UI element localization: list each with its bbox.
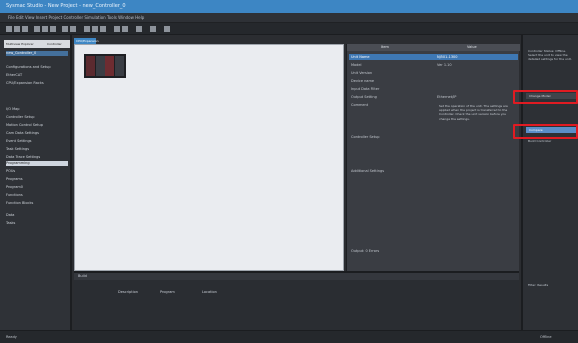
tree-item-controller[interactable]: new_Controller_0 <box>6 51 68 56</box>
tree-item[interactable]: CPU/Expansion Racks <box>6 81 68 86</box>
multiview-explorer: Multiview Explorer Controller new_Contro… <box>0 35 72 343</box>
toolbox-pane: Controller Status: Offline. Select the u… <box>521 35 578 343</box>
tab-controller[interactable]: Controller <box>45 40 70 48</box>
settings-icon[interactable] <box>164 26 170 32</box>
property-value[interactable]: Ethernet/IP <box>437 94 456 100</box>
footer-label: Output: 0 Errors <box>351 249 380 253</box>
tab-label: CPU/Expansion <box>76 39 99 43</box>
property-key: Unit Name <box>351 55 370 59</box>
tree-item[interactable]: Data <box>6 213 68 218</box>
transfer-icon[interactable] <box>114 26 120 32</box>
save-icon[interactable] <box>22 26 28 32</box>
property-key: Comment <box>351 103 369 107</box>
new-icon[interactable] <box>6 26 12 32</box>
section-label: Additional Settings <box>351 169 385 173</box>
property-row-label: Controller Setup <box>349 134 518 140</box>
offline-icon[interactable] <box>100 26 106 32</box>
paste-icon[interactable] <box>50 26 56 32</box>
end-cover <box>115 56 124 76</box>
redo-icon[interactable] <box>70 26 76 32</box>
column-program[interactable]: Program <box>160 290 175 294</box>
property-row[interactable]: Model Ver 1.10 <box>349 62 518 68</box>
tree-item[interactable]: Motion Control Setup <box>6 123 68 128</box>
property-row[interactable]: Output Setting Ethernet/IP <box>349 94 518 100</box>
highlight-box <box>513 90 578 104</box>
controller-unit[interactable] <box>84 54 126 78</box>
status-left: Ready <box>6 335 17 339</box>
property-row-label: Additional Settings <box>349 168 518 174</box>
explorer-tabs: Multiview Explorer Controller <box>4 40 70 48</box>
tree-item[interactable]: Data Trace Settings <box>6 155 68 160</box>
toolbar <box>0 23 578 35</box>
tree-item[interactable]: POUs <box>6 169 68 174</box>
tree-item[interactable]: Program0 <box>6 185 68 190</box>
tree-item[interactable]: Function Blocks <box>6 201 68 206</box>
tree-item-programming[interactable]: Programming <box>6 161 68 166</box>
tab-multiview[interactable]: Multiview Explorer <box>4 40 46 48</box>
zoom-icon[interactable] <box>136 26 142 32</box>
build-icon[interactable] <box>84 26 90 32</box>
rack-canvas[interactable] <box>74 44 344 271</box>
column-value: Value <box>467 45 477 49</box>
output-title: Build <box>78 274 87 278</box>
tree-item[interactable]: Event Settings <box>6 139 68 144</box>
highlight-box <box>513 124 578 139</box>
properties-header: Item Value <box>347 44 520 51</box>
power-slot[interactable] <box>96 56 105 76</box>
property-key: Input Data Filter <box>351 87 380 91</box>
build-output-pane: Build Description Program Location <box>74 271 519 330</box>
tree-item[interactable]: Task Settings <box>6 147 68 152</box>
property-footer: Output: 0 Errors <box>349 248 518 254</box>
simulate-icon[interactable] <box>122 26 128 32</box>
status-bar: Ready Offline <box>0 330 578 343</box>
build-label: Build Controller <box>528 139 552 143</box>
tree-item[interactable]: Functions <box>6 193 68 198</box>
column-description[interactable]: Description <box>118 290 138 294</box>
property-key: Unit Version <box>351 71 373 75</box>
property-row[interactable]: Unit Name NJ501-1300 <box>349 54 518 60</box>
output-header: Build <box>74 273 519 280</box>
tree-item[interactable]: Programs <box>6 177 68 182</box>
property-row[interactable]: Device name <box>349 78 518 84</box>
column-item: Item <box>381 45 389 49</box>
online-icon[interactable] <box>92 26 98 32</box>
window-title: Sysmac Studio - New Project - new_Contro… <box>6 3 126 9</box>
monitor-icon[interactable] <box>150 26 156 32</box>
property-value[interactable]: NJ501-1300 <box>437 54 458 60</box>
menu-bar[interactable]: File Edit View Insert Project Controller… <box>0 13 578 23</box>
tree-item[interactable]: Cam Data Settings <box>6 131 68 136</box>
tree-item[interactable]: Configurations and Setup <box>6 65 68 70</box>
io-slot[interactable] <box>105 56 114 76</box>
property-key: Model <box>351 63 362 67</box>
cpu-slot[interactable] <box>86 56 95 76</box>
tree-item[interactable]: Controller Setup <box>6 115 68 120</box>
filter-label: Filter: Results <box>528 283 549 287</box>
property-key: Device name <box>351 79 375 83</box>
tree-item[interactable]: Tasks <box>6 221 68 226</box>
property-description: Set the operation of the unit. The setti… <box>439 104 508 121</box>
cut-icon[interactable] <box>34 26 40 32</box>
undo-icon[interactable] <box>62 26 68 32</box>
column-location[interactable]: Location <box>202 290 217 294</box>
tree-item[interactable]: EtherCAT <box>6 73 68 78</box>
section-label: Controller Setup <box>351 135 380 139</box>
property-value[interactable]: Ver 1.10 <box>437 62 452 68</box>
properties-panel: Item Value Unit Name NJ501-1300 Model Ver … <box>346 44 520 271</box>
copy-icon[interactable] <box>42 26 48 32</box>
menu-items[interactable]: File Edit View Insert Project Controller… <box>8 15 144 20</box>
title-bar: Sysmac Studio - New Project - new_Contro… <box>0 0 578 13</box>
open-icon[interactable] <box>14 26 20 32</box>
property-key: Output Setting <box>351 95 377 99</box>
property-row[interactable]: Unit Version <box>349 70 518 76</box>
status-right: Offline <box>540 335 552 339</box>
info-text: Controller Status: Offline. Select the u… <box>528 49 572 62</box>
property-row[interactable]: Input Data Filter <box>349 86 518 92</box>
tree-item[interactable]: I/O Map <box>6 107 68 112</box>
